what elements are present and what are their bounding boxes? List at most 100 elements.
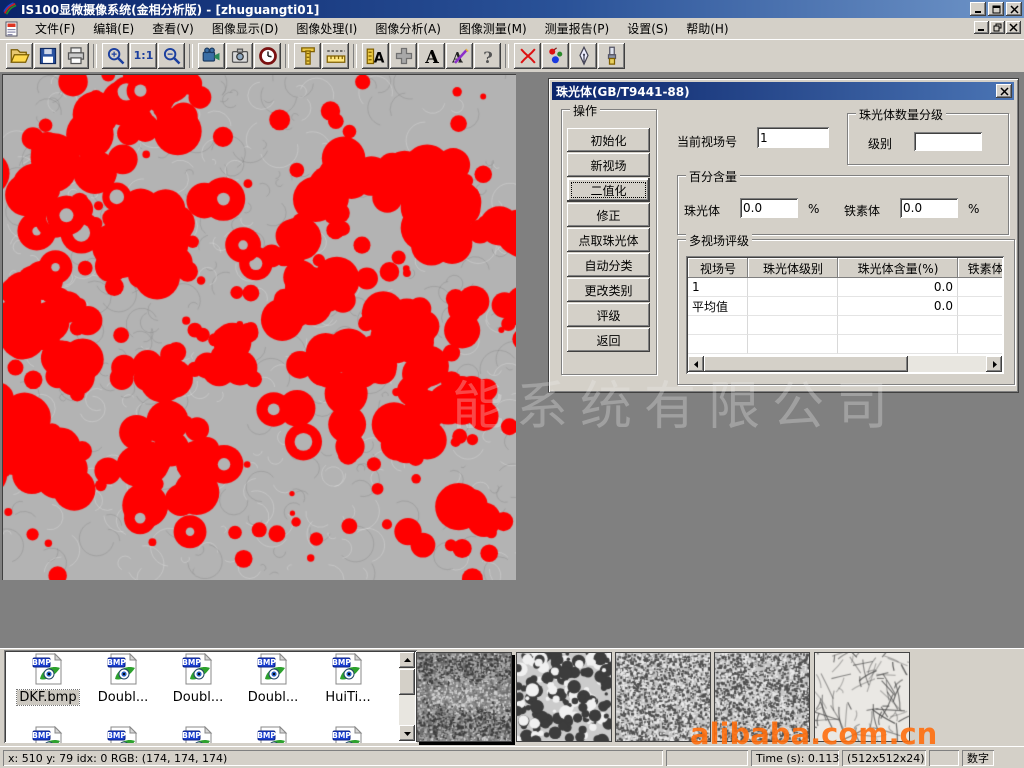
file-item-partial[interactable]: BMP <box>312 726 384 743</box>
mdi-close-button[interactable] <box>1006 21 1021 34</box>
op-button-4[interactable]: 修正 <box>567 203 650 227</box>
status-spacer <box>666 750 748 766</box>
main-image-canvas[interactable] <box>2 74 516 580</box>
file-item-partial[interactable]: BMP <box>12 726 84 743</box>
menu-item[interactable]: 图像处理(I) <box>287 18 366 39</box>
ruler-button[interactable] <box>322 43 349 69</box>
menu-item[interactable]: 查看(V) <box>143 18 203 39</box>
file-item[interactable]: BMP DKF.bmp <box>12 653 84 705</box>
file-item[interactable]: BMP Doubl... <box>237 653 309 705</box>
menu-item[interactable]: 图像分析(A) <box>366 18 450 39</box>
current-field-input[interactable] <box>757 127 829 148</box>
table-row[interactable] <box>688 316 1002 335</box>
curve-button[interactable] <box>514 43 541 69</box>
op-button-8[interactable]: 评级 <box>567 303 650 327</box>
zoom-out-button[interactable] <box>158 43 185 69</box>
file-browser[interactable]: BMP DKF.bmp BMP Doubl... BMP Doubl... BM… <box>4 650 417 743</box>
particles-button[interactable] <box>542 43 569 69</box>
menu-item[interactable]: 编辑(E) <box>84 18 143 39</box>
table-column-header[interactable]: 视场号 <box>688 258 748 278</box>
document-icon <box>4 21 20 37</box>
thumbnail-2[interactable] <box>516 652 612 742</box>
file-vertical-scrollbar[interactable] <box>399 652 415 741</box>
scroll-up-icon[interactable] <box>399 652 415 668</box>
caliper-button[interactable] <box>294 43 321 69</box>
thumbnail-1[interactable] <box>416 652 512 742</box>
grading-table-body: 10.0平均值0.0 <box>688 278 1002 356</box>
table-column-header[interactable]: 铁素体含量(%) <box>958 258 1002 278</box>
mdi-restore-button[interactable] <box>990 21 1005 34</box>
thumbnail-4[interactable] <box>714 652 810 742</box>
table-column-header[interactable]: 珠光体含量(%) <box>838 258 958 278</box>
op-button-1[interactable]: 初始化 <box>567 128 650 152</box>
file-name-label: DKF.bmp <box>17 690 78 705</box>
actual-size-button[interactable]: 1:1 <box>130 43 157 69</box>
close-button[interactable] <box>1006 2 1022 16</box>
table-row[interactable]: 10.0 <box>688 278 1002 297</box>
op-button-5[interactable]: 点取珠光体 <box>567 228 650 252</box>
brush-button[interactable] <box>598 43 625 69</box>
op-button-9[interactable]: 返回 <box>567 328 650 352</box>
menu-item[interactable]: 图像测量(M) <box>450 18 536 39</box>
mdi-minimize-button[interactable] <box>974 21 989 34</box>
grade-input[interactable] <box>914 132 982 151</box>
pen-button[interactable] <box>570 43 597 69</box>
file-name-label: Doubl... <box>246 690 300 705</box>
save-button[interactable] <box>34 43 61 69</box>
thumbnail-5[interactable] <box>814 652 910 742</box>
op-button-3[interactable]: 二值化 <box>567 178 650 202</box>
camera-button[interactable] <box>226 43 253 69</box>
grading-group-label: 珠光体数量分级 <box>856 106 946 123</box>
menu-item[interactable]: 图像显示(D) <box>203 18 288 39</box>
menu-item[interactable]: 帮助(H) <box>677 18 737 39</box>
file-item[interactable]: BMP Doubl... <box>87 653 159 705</box>
edit-text-button[interactable]: A <box>446 43 473 69</box>
table-column-header[interactable]: 珠光体级别 <box>748 258 838 278</box>
zoom-in-button[interactable] <box>102 43 129 69</box>
file-scrollbar-thumb[interactable] <box>399 669 415 695</box>
table-cell <box>688 335 748 354</box>
menu-item[interactable]: 测量报告(P) <box>536 18 619 39</box>
menu-item[interactable]: 设置(S) <box>618 18 677 39</box>
file-item[interactable]: BMP Doubl... <box>162 653 234 705</box>
file-item[interactable]: BMP HuiTi... <box>312 653 384 705</box>
open-button[interactable] <box>6 43 33 69</box>
scrollbar-thumb[interactable] <box>704 356 908 372</box>
dialog-title-bar[interactable]: 珠光体(GB/T9441-88) <box>552 82 1014 100</box>
video-camera-button[interactable] <box>198 43 225 69</box>
particles-icon <box>546 46 566 66</box>
table-cell <box>748 297 838 316</box>
help-button[interactable]: ? <box>474 43 501 69</box>
op-button-2[interactable]: 新视场 <box>567 153 650 177</box>
ferrite-input[interactable] <box>900 198 958 218</box>
measure-text-button[interactable]: A <box>362 43 389 69</box>
text-button[interactable]: A <box>418 43 445 69</box>
thumbnail-3[interactable] <box>615 652 711 742</box>
table-row[interactable]: 平均值0.0 <box>688 297 1002 316</box>
op-button-6[interactable]: 自动分类 <box>567 253 650 277</box>
toolbar-separator <box>189 44 193 68</box>
grading-table[interactable]: 视场号珠光体级别珠光体含量(%)铁素体含量(%) 10.0平均值0.0 <box>686 256 1004 374</box>
clock-button[interactable] <box>254 43 281 69</box>
svg-text:BMP: BMP <box>257 658 276 667</box>
menu-item[interactable]: 文件(F) <box>26 18 84 39</box>
table-horizontal-scrollbar[interactable] <box>688 356 1002 372</box>
pearlite-input[interactable] <box>740 198 798 218</box>
scroll-left-icon[interactable] <box>688 356 704 372</box>
file-item-partial[interactable]: BMP <box>87 726 159 743</box>
dialog-close-button[interactable] <box>996 84 1012 98</box>
op-button-7[interactable]: 更改类别 <box>567 278 650 302</box>
maximize-button[interactable] <box>988 2 1004 16</box>
file-item-partial[interactable]: BMP <box>237 726 309 743</box>
scroll-right-icon[interactable] <box>986 356 1002 372</box>
status-bar: x: 510 y: 79 idx: 0 RGB: (174, 174, 174)… <box>0 746 1024 768</box>
scroll-down-icon[interactable] <box>399 725 415 741</box>
print-button[interactable] <box>62 43 89 69</box>
title-bar: IS100显微摄像系统(金相分析版) - [zhuguangti01] <box>0 0 1024 18</box>
table-row[interactable] <box>688 335 1002 354</box>
file-item-partial[interactable]: BMP <box>162 726 234 743</box>
edit-text-icon: A <box>450 46 470 66</box>
application-window: IS100显微摄像系统(金相分析版) - [zhuguangti01] 文件(F… <box>0 0 1024 768</box>
cross-button[interactable] <box>390 43 417 69</box>
minimize-button[interactable] <box>970 2 986 16</box>
